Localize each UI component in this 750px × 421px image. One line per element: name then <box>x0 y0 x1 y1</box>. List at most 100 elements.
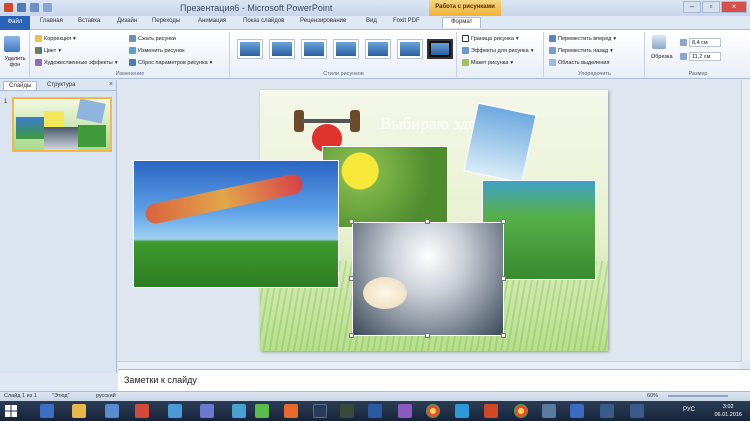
selection-handle[interactable] <box>425 219 430 224</box>
chevron-down-icon: ▾ <box>73 35 76 42</box>
picture-effects-button[interactable]: Эффекты для рисунка ▾ <box>462 47 533 54</box>
tab-transitions[interactable]: Переходы <box>152 18 180 24</box>
remove-bg-button[interactable]: Удалить фон <box>2 56 28 68</box>
photoshop-icon[interactable] <box>368 404 382 418</box>
selection-handle[interactable] <box>349 333 354 338</box>
skype-icon[interactable] <box>455 404 469 418</box>
tab-design[interactable]: Дизайн <box>117 18 137 24</box>
photo-woman-sky[interactable] <box>463 102 537 184</box>
selection-handle[interactable] <box>349 219 354 224</box>
taskbar-app-icon[interactable] <box>600 404 614 418</box>
vertical-scrollbar[interactable] <box>741 80 750 361</box>
artistic-effects-button[interactable]: Художественные эффекты ▾ <box>35 59 117 66</box>
picture-layout-button[interactable]: Макет рисунка ▾ <box>462 59 513 66</box>
powerpoint-icon[interactable] <box>4 3 13 12</box>
group-label: Изменение <box>115 71 145 77</box>
tab-format[interactable]: Формат <box>442 17 482 28</box>
powerpoint-taskbar-icon[interactable] <box>484 404 498 418</box>
style-thumb[interactable] <box>269 39 295 59</box>
taskbar-app-icon[interactable] <box>232 404 246 418</box>
selection-pane-button[interactable]: Область выделения <box>549 59 609 66</box>
compress-label: Сжать рисунки <box>138 35 176 42</box>
group-arrange: Переместить вперед ▾ Переместить назад ▾ О… <box>545 32 645 77</box>
taskbar-app-icon[interactable] <box>105 404 119 418</box>
tab-file[interactable]: Файл <box>0 16 30 30</box>
taskbar-app-icon[interactable] <box>398 404 412 418</box>
notes-pane[interactable]: Заметки к слайду <box>118 369 750 391</box>
selection-handle[interactable] <box>501 219 506 224</box>
taskbar-app-icon[interactable] <box>340 404 354 418</box>
taskbar-app-icon[interactable] <box>200 404 214 418</box>
taskbar-app-icon[interactable] <box>135 404 149 418</box>
height-input[interactable]: 8,4 см <box>689 38 721 47</box>
tab-review[interactable]: Рецензирование <box>300 18 346 24</box>
color-button[interactable]: Цвет ▾ <box>35 47 61 54</box>
tab-slides[interactable]: Слайды <box>3 81 38 90</box>
undo-icon[interactable] <box>30 3 39 12</box>
tab-foxit-pdf[interactable]: Foxit PDF <box>393 18 420 24</box>
compress-button[interactable]: Сжать рисунки <box>129 35 176 42</box>
photo-woman-sunflower[interactable] <box>322 146 448 228</box>
style-thumb-selected[interactable] <box>427 39 453 59</box>
redo-icon[interactable] <box>43 3 52 12</box>
clock[interactable]: 3:02 06.01.2016 <box>714 403 742 419</box>
remove-background-icon[interactable] <box>4 36 20 52</box>
taskbar-app-icon[interactable] <box>168 404 182 418</box>
chrome-icon[interactable] <box>426 404 440 418</box>
tab-outline[interactable]: Структура <box>42 81 80 89</box>
change-picture-icon <box>129 47 136 54</box>
language-status[interactable]: русский <box>96 393 116 399</box>
minimize-icon[interactable]: – <box>683 1 701 13</box>
slide-thumbnail[interactable] <box>12 97 112 152</box>
style-thumb[interactable] <box>333 39 359 59</box>
crop-icon[interactable] <box>652 35 666 49</box>
explorer-icon[interactable] <box>72 404 86 418</box>
send-backward-button[interactable]: Переместить назад ▾ <box>549 47 613 54</box>
picture-border-button[interactable]: Граница рисунка ▾ <box>462 35 519 42</box>
input-language[interactable]: РУС <box>683 407 695 413</box>
selection-handle[interactable] <box>501 276 506 281</box>
help-icon[interactable] <box>570 404 584 418</box>
zoom-level[interactable]: 60% <box>647 393 658 399</box>
crop-button[interactable]: Обрезка <box>651 54 673 60</box>
photo-runner-selected[interactable] <box>352 222 504 336</box>
group-picture-options: Граница рисунка ▾ Эффекты для рисунка ▾ Ма… <box>458 32 544 77</box>
ribbon: Удалить фон Коррекция ▾ Цвет ▾ Художествен… <box>0 30 750 79</box>
taskbar-app-icon[interactable] <box>284 404 298 418</box>
title-bar: Презентация6 - Microsoft PowerPoint Рабо… <box>0 0 750 16</box>
slides-pane: Слайды Структура × 1 <box>0 80 117 373</box>
tab-animation[interactable]: Анимация <box>198 18 226 24</box>
tab-slideshow[interactable]: Показ слайдов <box>243 18 284 24</box>
close-pane-icon[interactable]: × <box>109 81 113 88</box>
taskbar-app-icon[interactable] <box>542 404 556 418</box>
style-thumb[interactable] <box>365 39 391 59</box>
horizontal-scrollbar[interactable] <box>118 361 741 369</box>
photo-woman-scarf[interactable] <box>133 160 339 288</box>
reset-picture-button[interactable]: Сброс параметров рисунка ▾ <box>129 59 212 66</box>
save-icon[interactable] <box>17 3 26 12</box>
width-field[interactable]: 11,2 см <box>680 52 721 61</box>
close-icon[interactable]: × <box>721 1 747 13</box>
bring-forward-button[interactable]: Переместить вперед ▾ <box>549 35 616 42</box>
taskbar-app-icon[interactable] <box>313 404 327 418</box>
selection-handle[interactable] <box>349 276 354 281</box>
taskbar-app-icon[interactable] <box>40 404 54 418</box>
style-thumb[interactable] <box>237 39 263 59</box>
taskbar-app-icon[interactable] <box>630 404 644 418</box>
selection-handle[interactable] <box>501 333 506 338</box>
style-thumb[interactable] <box>301 39 327 59</box>
chrome-icon[interactable] <box>514 404 528 418</box>
correction-button[interactable]: Коррекция ▾ <box>35 35 76 42</box>
change-picture-button[interactable]: Изменить рисунок <box>129 47 184 54</box>
maximize-icon[interactable]: ▫ <box>702 1 720 13</box>
tab-home[interactable]: Главная <box>40 18 63 24</box>
tab-insert[interactable]: Вставка <box>78 18 100 24</box>
tab-view[interactable]: Вид <box>366 18 377 24</box>
taskbar-app-icon[interactable] <box>255 404 269 418</box>
zoom-slider[interactable] <box>668 395 728 397</box>
style-thumb[interactable] <box>397 39 423 59</box>
height-field[interactable]: 8,4 см <box>680 38 721 47</box>
selection-handle[interactable] <box>425 333 430 338</box>
windows-start-icon[interactable] <box>4 404 18 418</box>
width-input[interactable]: 11,2 см <box>689 52 721 61</box>
